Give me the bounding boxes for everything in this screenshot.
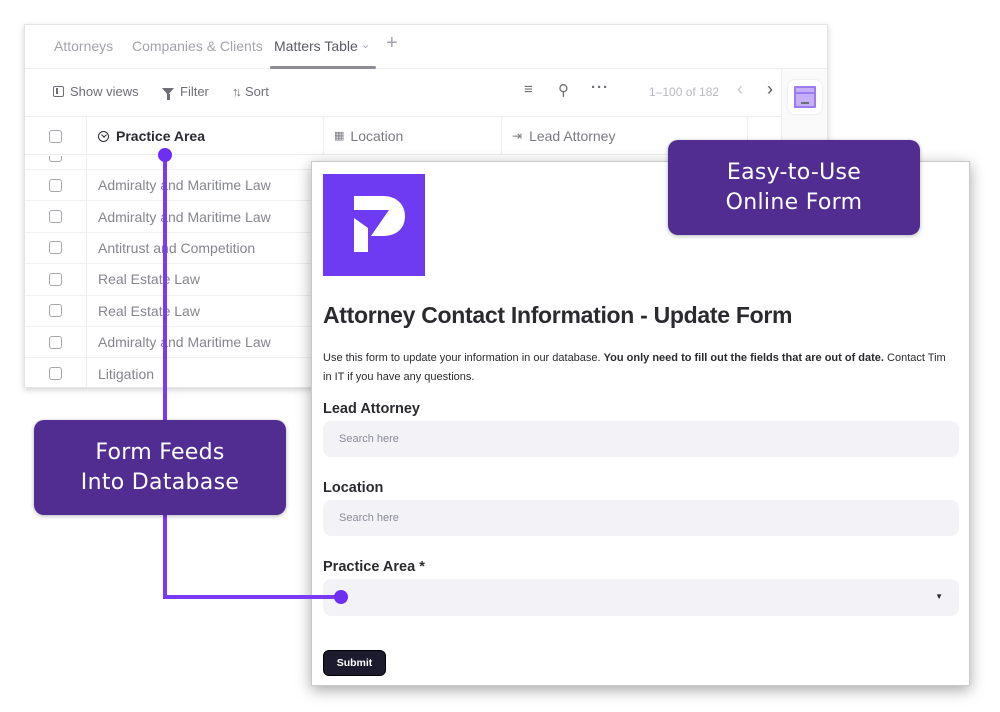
- lead-attorney-label: Lead Attorney: [323, 401, 420, 417]
- show-views-button[interactable]: Show views: [53, 84, 139, 99]
- tab-attorneys[interactable]: Attorneys: [54, 38, 113, 54]
- location-label: Location: [323, 480, 384, 496]
- row-checkbox[interactable]: [49, 156, 62, 162]
- form-view-button[interactable]: [788, 80, 822, 114]
- sort-icon: ↑↓: [232, 84, 242, 99]
- practice-area-cell[interactable]: Admiralty and Maritime Law: [98, 170, 271, 200]
- row-check-cell: [25, 232, 87, 264]
- column-header-practice-area[interactable]: Practice Area: [87, 117, 324, 155]
- row-check-cell: [25, 295, 87, 326]
- select-all-checkbox[interactable]: [49, 129, 62, 143]
- practice-area-cell[interactable]: Admiralty and Maritime Law: [98, 201, 271, 231]
- form-title: Attorney Contact Information - Update Fo…: [323, 302, 793, 328]
- column-header-location[interactable]: ▦ Location: [324, 117, 502, 155]
- chevron-down-icon[interactable]: ⌄: [361, 38, 370, 51]
- single-select-icon: [98, 130, 109, 142]
- callout-easy-form: Easy-to-Use Online Form: [668, 140, 920, 235]
- form-description: Use this form to update your information…: [323, 349, 953, 387]
- description-text: Use this form to update your information…: [323, 352, 604, 364]
- filter-label: Filter: [180, 84, 209, 99]
- grid-check-icon: ▦: [334, 129, 344, 142]
- search-icon[interactable]: ⚲: [558, 81, 569, 99]
- column-label: Practice Area: [116, 128, 205, 144]
- practice-area-select[interactable]: ▼: [323, 579, 959, 616]
- chevron-left-icon[interactable]: ‹: [737, 79, 743, 100]
- view-tabs: Attorneys Companies & Clients Matters Ta…: [25, 25, 827, 69]
- row-check-cell: [25, 326, 87, 358]
- row-checkbox[interactable]: [49, 335, 62, 349]
- lead-attorney-input[interactable]: [323, 421, 959, 457]
- form-window: Attorney Contact Information - Update Fo…: [311, 161, 970, 686]
- pagination-text: 1–100 of 182: [649, 85, 720, 99]
- row-check-cell: [25, 201, 87, 232]
- add-field-icon[interactable]: ≡: [524, 81, 533, 98]
- callout-line: Easy-to-Use: [726, 159, 862, 185]
- row-check-cell: [25, 264, 87, 295]
- row-checkbox[interactable]: [49, 367, 62, 381]
- link-record-icon: ⇥: [512, 129, 523, 143]
- callout-feeds-database: Form Feeds Into Database: [34, 420, 286, 515]
- form-layout-icon: [794, 86, 816, 108]
- filter-button[interactable]: Filter: [162, 84, 209, 100]
- row-checkbox[interactable]: [49, 210, 62, 224]
- select-all-cell: [25, 117, 87, 155]
- chevron-right-icon[interactable]: ›: [767, 79, 773, 100]
- tab-companies-clients[interactable]: Companies & Clients: [132, 38, 263, 54]
- row-checkbox[interactable]: [49, 241, 62, 255]
- column-label: Lead Attorney: [529, 128, 616, 144]
- practice-area-cell[interactable]: Litigation: [98, 358, 154, 387]
- row-check-cell: [25, 156, 87, 169]
- row-check-cell: [25, 358, 87, 387]
- callout-line: Online Form: [725, 189, 863, 215]
- row-checkbox[interactable]: [49, 272, 62, 286]
- column-label: Location: [350, 128, 404, 144]
- sort-label: Sort: [245, 84, 269, 99]
- callout-line: Into Database: [80, 469, 240, 495]
- practice-area-label: Practice Area *: [323, 559, 425, 575]
- practice-area-cell[interactable]: Real Estate Law: [98, 264, 200, 294]
- callout-line: Form Feeds: [95, 439, 225, 465]
- show-views-label: Show views: [70, 84, 139, 99]
- submit-button[interactable]: Submit: [323, 650, 386, 676]
- dropdown-caret-icon: ▼: [935, 592, 943, 601]
- filter-icon: [162, 88, 174, 100]
- practice-area-cell[interactable]: Antitrust and Competition: [98, 233, 255, 263]
- logo-p-icon: [354, 196, 405, 252]
- row-checkbox[interactable]: [49, 178, 62, 192]
- location-input[interactable]: [323, 500, 959, 536]
- brand-logo: [323, 174, 425, 276]
- toolbar: Show views Filter ↑↓ Sort ≡ ⚲ ··· 1–100 …: [25, 69, 781, 117]
- practice-area-cell[interactable]: Real Estate Law: [98, 296, 200, 326]
- sort-button[interactable]: ↑↓ Sort: [232, 84, 269, 99]
- sidebar-icon: [53, 86, 64, 97]
- plus-icon[interactable]: +: [386, 32, 398, 55]
- description-emphasis: You only need to fill out the fields tha…: [603, 352, 884, 364]
- tab-matters-table[interactable]: Matters Table: [274, 38, 358, 54]
- practice-area-cell[interactable]: Admiralty and Maritime Law: [98, 327, 271, 357]
- row-check-cell: [25, 170, 87, 201]
- more-options-icon[interactable]: ···: [591, 79, 609, 96]
- row-checkbox[interactable]: [49, 304, 62, 318]
